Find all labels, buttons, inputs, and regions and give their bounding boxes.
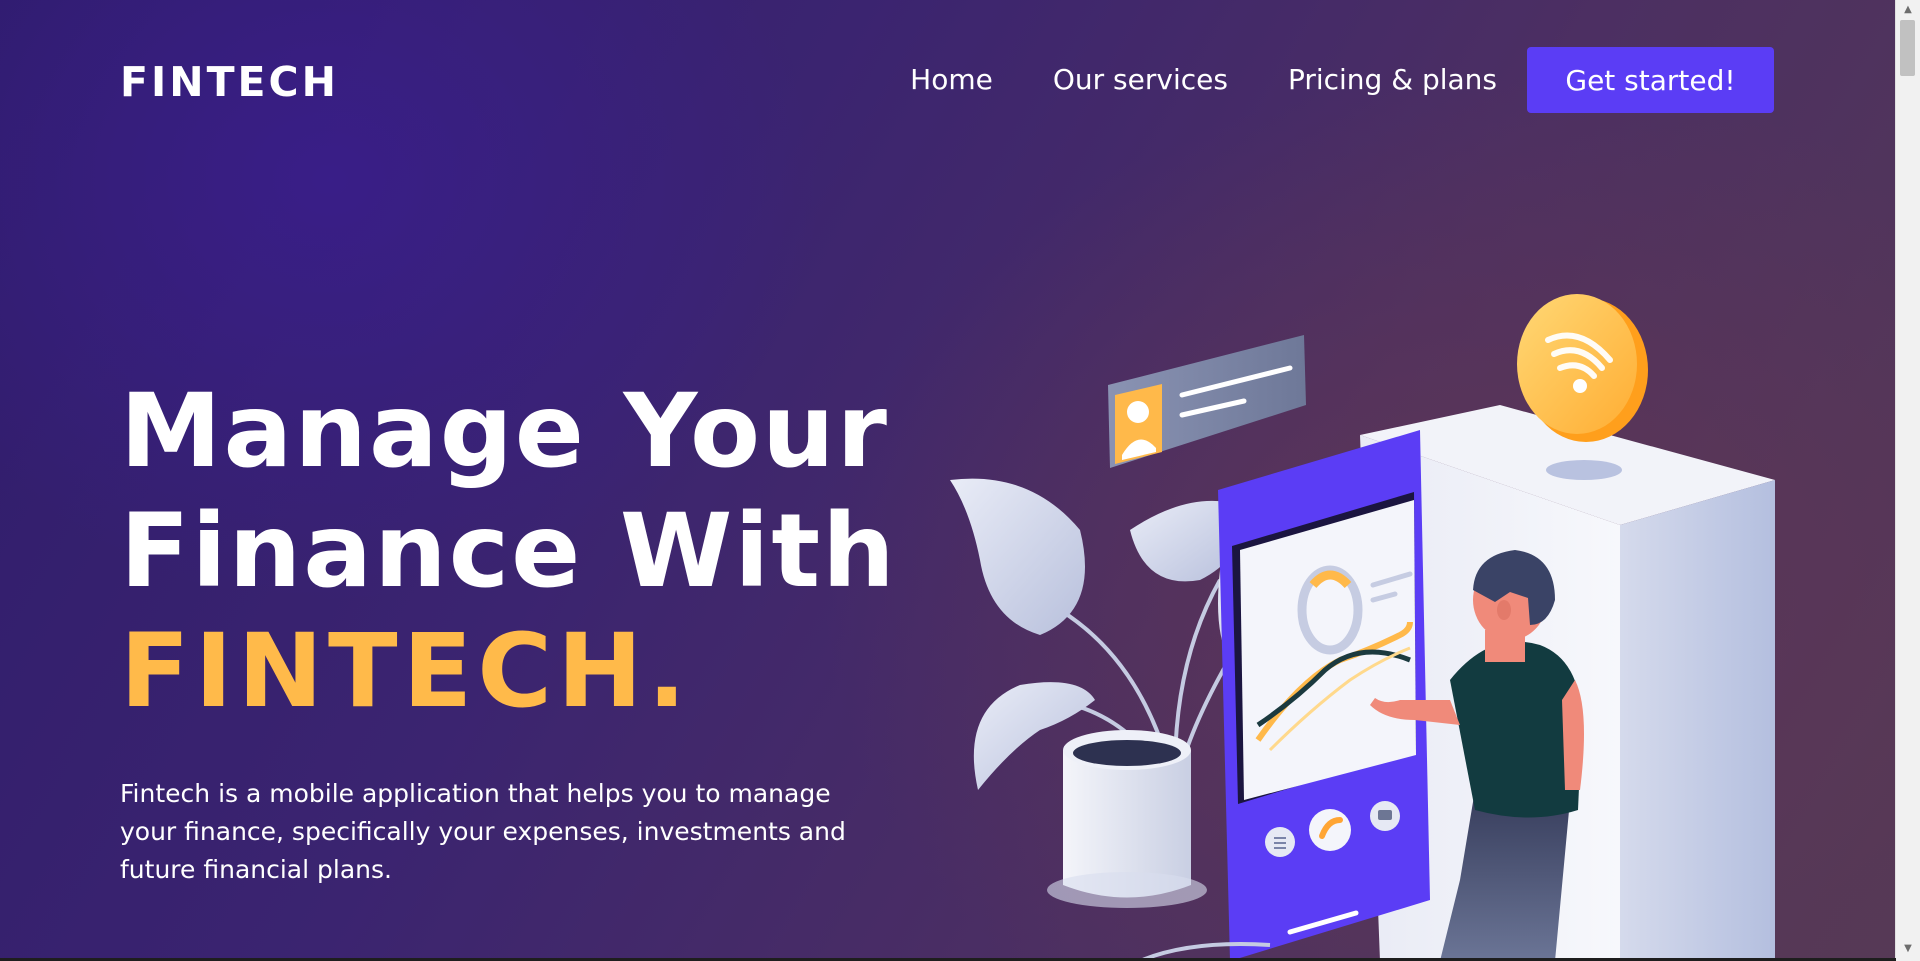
nav-home-link[interactable]: Home xyxy=(910,47,993,113)
scroll-up-arrow-icon[interactable]: ▲ xyxy=(1896,2,1920,18)
hero-title: Manage Your Finance With FINTECH. xyxy=(120,372,897,732)
site-logo[interactable]: FINTECH xyxy=(120,60,339,104)
nav-pricing-link[interactable]: Pricing & plans xyxy=(1288,47,1497,113)
hero-title-accent: FINTECH. xyxy=(120,612,692,731)
nav-services-link[interactable]: Our services xyxy=(1053,47,1228,113)
main-nav: Home Our services Pricing & plans Get st… xyxy=(910,47,1774,113)
scrollbar-thumb[interactable] xyxy=(1900,20,1915,76)
plant-pot xyxy=(1047,730,1207,908)
hero-illustration xyxy=(950,294,1775,961)
scroll-down-arrow-icon[interactable]: ▼ xyxy=(1896,941,1920,957)
phone-device xyxy=(1218,430,1430,961)
id-card xyxy=(1108,335,1306,468)
hero-title-line1: Manage Your xyxy=(120,372,889,491)
vertical-scrollbar[interactable]: ▲ ▼ xyxy=(1895,0,1920,961)
get-started-button[interactable]: Get started! xyxy=(1527,47,1774,113)
hero-title-line2: Finance With xyxy=(120,492,897,611)
landing-page: FINTECH Home Our services Pricing & plan… xyxy=(0,0,1920,961)
hero-description: Fintech is a mobile application that hel… xyxy=(120,779,846,884)
